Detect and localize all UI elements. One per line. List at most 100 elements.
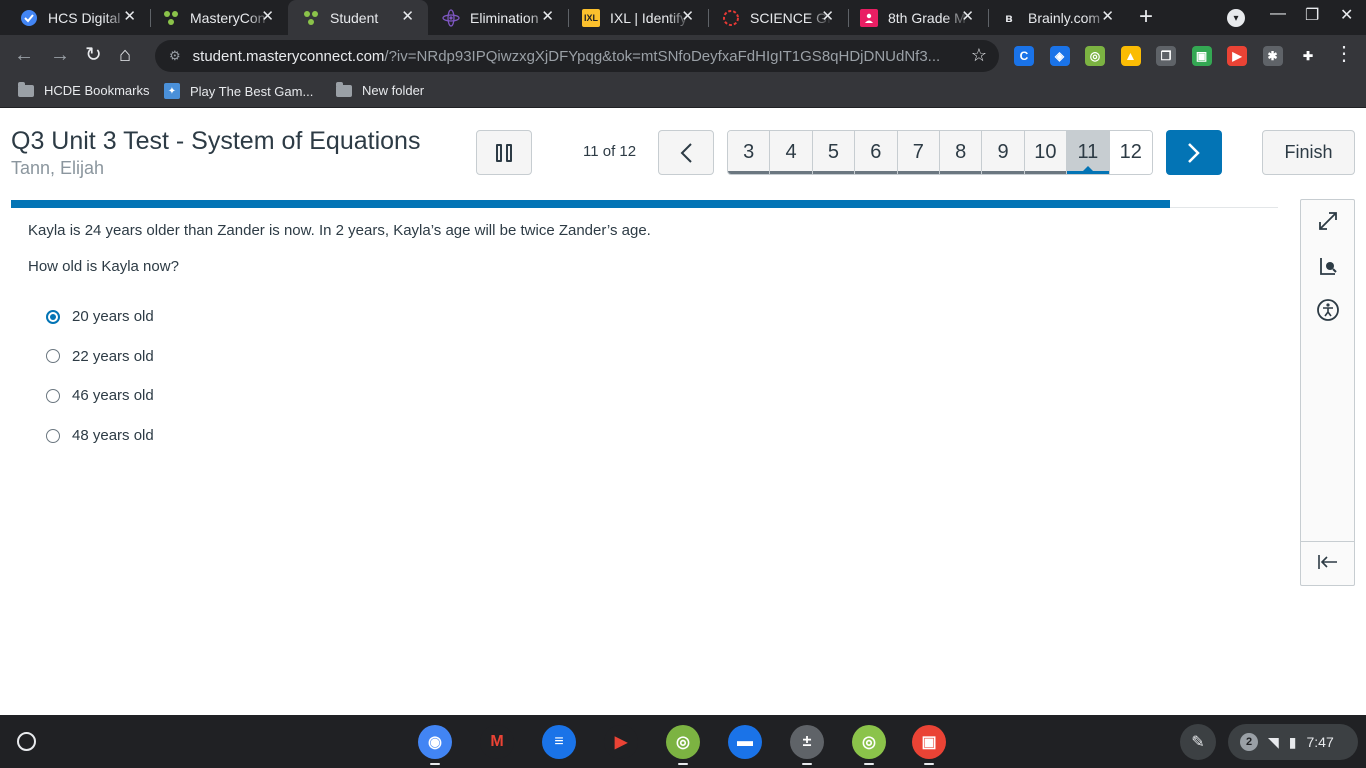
- radio-button[interactable]: [46, 309, 60, 324]
- pause-button[interactable]: [476, 130, 532, 175]
- question-counter: 11 of 12: [583, 143, 637, 160]
- masteryconnect-app-icon[interactable]: ◎: [666, 725, 700, 759]
- collapse-panel-icon: [1317, 555, 1337, 569]
- masteryconnect-extension-icon[interactable]: ◎: [1085, 46, 1105, 66]
- close-icon[interactable]: ✕: [401, 9, 414, 25]
- answer-choice[interactable]: 46 years old: [46, 376, 154, 416]
- tab-science[interactable]: SCIENCE GI ✕: [708, 0, 848, 35]
- clock: 7:47: [1306, 734, 1334, 750]
- expand-icon: [1318, 212, 1337, 230]
- os-shelf: ◉ M ≡ ▶ ◎ ▬ ± ◎ ▣ ✎ 2 ◥ ▮ 7:47: [0, 715, 1366, 768]
- forward-icon[interactable]: →: [50, 44, 70, 66]
- home-icon[interactable]: ⌂: [119, 44, 131, 66]
- bookmark-new-folder[interactable]: New folder: [336, 81, 424, 98]
- pause-icon: [496, 143, 502, 162]
- restore-icon[interactable]: ❐: [1305, 5, 1319, 25]
- tool-panel: [1300, 199, 1355, 586]
- radio-button[interactable]: [46, 428, 60, 443]
- pause-icon: [506, 143, 512, 162]
- close-icon[interactable]: ✕: [821, 9, 834, 25]
- question-number-4[interactable]: 4: [770, 131, 813, 174]
- answer-choice[interactable]: 20 years old: [46, 297, 154, 337]
- bookmark-play-games[interactable]: ✦ Play The Best Gam...: [164, 83, 313, 99]
- launcher-icon[interactable]: [17, 732, 36, 751]
- chrome-app-icon[interactable]: ◉: [418, 725, 452, 759]
- finish-button[interactable]: Finish: [1262, 130, 1355, 175]
- close-icon[interactable]: ✕: [261, 9, 274, 25]
- close-icon[interactable]: ✕: [681, 9, 694, 25]
- answer-choice[interactable]: 22 years old: [46, 337, 154, 377]
- question-number-8[interactable]: 8: [939, 131, 983, 174]
- tab-elimination[interactable]: Elimination ✕: [428, 0, 568, 35]
- bookmark-star-icon[interactable]: ☆: [971, 45, 987, 66]
- stylus-icon[interactable]: ✎: [1180, 724, 1216, 760]
- tab-student[interactable]: Student ✕: [288, 0, 428, 35]
- question-number-10[interactable]: 10: [1024, 131, 1068, 174]
- radio-button[interactable]: [46, 388, 60, 403]
- app-running-indicator: [802, 763, 812, 765]
- new-tab-icon[interactable]: +: [1139, 5, 1153, 29]
- wifi-icon: ◥: [1268, 733, 1279, 750]
- window-close-icon[interactable]: ✕: [1340, 5, 1353, 25]
- accessibility-button[interactable]: [1301, 298, 1354, 322]
- answer-choice-label: 20 years old: [72, 308, 154, 326]
- app-running-indicator: [430, 763, 440, 765]
- previous-question-button[interactable]: [658, 130, 714, 175]
- c-extension-icon[interactable]: C: [1014, 46, 1034, 66]
- play-store-app-icon[interactable]: ▶: [604, 725, 638, 759]
- question-number-7[interactable]: 7: [897, 131, 940, 174]
- gallery-app-icon[interactable]: ▣: [912, 725, 946, 759]
- back-icon[interactable]: ←: [14, 44, 34, 66]
- answer-choice-label: 48 years old: [72, 427, 154, 445]
- calculator-app-icon[interactable]: ±: [790, 725, 824, 759]
- bug-extension-icon[interactable]: ✱: [1262, 46, 1283, 66]
- tab-8th-grade[interactable]: 8th Grade M ✕: [848, 0, 988, 35]
- tab-hcs-digital[interactable]: HCS Digital ✕: [0, 0, 150, 35]
- question-number-12[interactable]: 12: [1109, 131, 1152, 174]
- collapse-panel-button[interactable]: [1301, 554, 1354, 570]
- tab-brainly[interactable]: ʙ Brainly.com ✕: [988, 0, 1128, 35]
- magnifier-button[interactable]: [1301, 255, 1354, 277]
- bookmark-hcde[interactable]: HCDE Bookmarks: [18, 81, 149, 98]
- accessibility-icon: [1316, 299, 1339, 321]
- tab-ixl[interactable]: IXL IXL | Identify ✕: [568, 0, 708, 35]
- status-tray[interactable]: 2 ◥ ▮ 7:47: [1228, 724, 1358, 760]
- spinner-icon: [722, 9, 740, 27]
- classroom-extension-icon[interactable]: ▣: [1191, 46, 1212, 66]
- masteryconnect-icon: [162, 9, 180, 27]
- browser-toolbar: ← → ↻ ⌂ ⚙ student.masteryconnect.com /?i…: [0, 35, 1366, 77]
- copies-extension-icon[interactable]: ❐: [1156, 46, 1176, 66]
- drive-extension-icon[interactable]: ▲: [1120, 46, 1141, 66]
- docs-app-icon[interactable]: ≡: [542, 725, 576, 759]
- radio-button[interactable]: [46, 349, 60, 364]
- reload-icon[interactable]: ↻: [85, 44, 102, 66]
- close-icon[interactable]: ✕: [541, 9, 554, 25]
- question-number-11[interactable]: 11: [1067, 131, 1110, 174]
- address-bar[interactable]: ⚙ student.masteryconnect.com /?iv=NRdp93…: [155, 40, 999, 72]
- masteryconnect-student-app-icon[interactable]: ◎: [852, 725, 886, 759]
- chrome-menu-icon[interactable]: ⋮: [1334, 44, 1354, 64]
- question-number-3[interactable]: 3: [728, 131, 771, 174]
- tab-search-icon[interactable]: ▾: [1227, 9, 1245, 27]
- close-icon[interactable]: ✕: [1101, 9, 1114, 25]
- question-number-5[interactable]: 5: [812, 131, 856, 174]
- close-icon[interactable]: ✕: [123, 9, 136, 25]
- expand-button[interactable]: [1301, 210, 1354, 232]
- question-number-6[interactable]: 6: [855, 131, 898, 174]
- page-title: Q3 Unit 3 Test - System of Equations: [11, 127, 421, 155]
- app-running-indicator: [924, 763, 934, 765]
- puzzle-extension-icon[interactable]: ✚: [1298, 46, 1318, 66]
- minimize-icon[interactable]: —: [1270, 5, 1286, 23]
- close-icon[interactable]: ✕: [961, 9, 974, 25]
- answer-choice[interactable]: 48 years old: [46, 416, 154, 456]
- gmail-app-icon[interactable]: M: [480, 725, 514, 759]
- question-number-9[interactable]: 9: [982, 131, 1025, 174]
- shield-extension-icon[interactable]: ◈: [1049, 46, 1070, 66]
- screencast-extension-icon[interactable]: ▶: [1227, 46, 1247, 66]
- bookmarks-bar: HCDE Bookmarks ✦ Play The Best Gam... Ne…: [0, 77, 1366, 108]
- question-prompt: How old is Kayla now?: [28, 258, 179, 275]
- tab-masteryconnect[interactable]: MasteryCon ✕: [150, 0, 288, 35]
- next-question-button[interactable]: [1166, 130, 1222, 175]
- files-app-icon[interactable]: ▬: [728, 725, 762, 759]
- site-info-icon[interactable]: ⚙: [169, 48, 181, 64]
